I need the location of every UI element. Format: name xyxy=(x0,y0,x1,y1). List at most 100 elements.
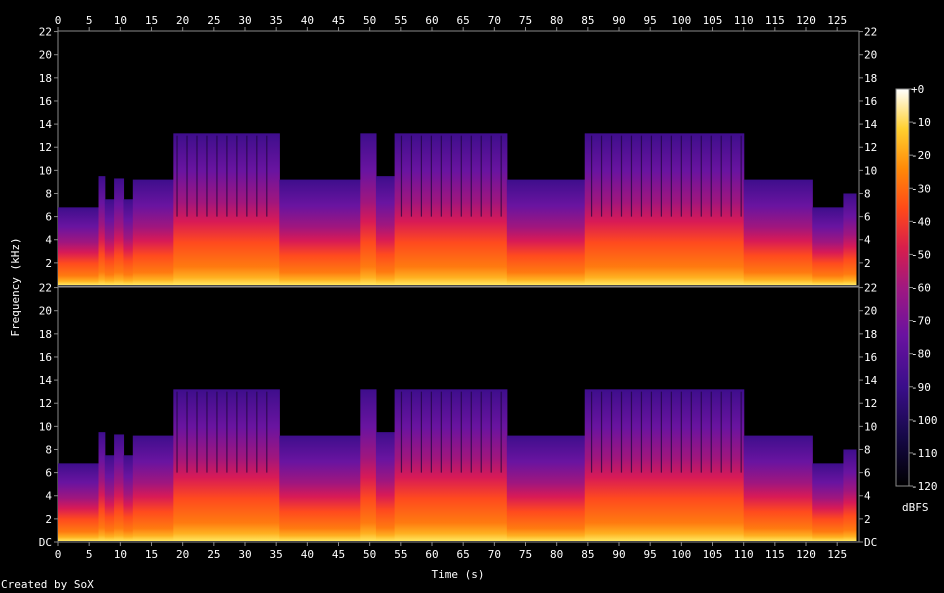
x-axis-ticks-bottom: 0 5 10 15 20 25 30 35 40 45 50 55 60 65 70 75 80 85 90 95 10… xyxy=(55,542,847,561)
spectrogram-chart: 0 5 10 15 20 25 30 35 40 45 50 55 60 65 70 75 80 85 90 95 10… xyxy=(9,14,938,581)
spectrum-gap xyxy=(660,135,662,217)
spectrum-gap xyxy=(500,391,502,473)
spectrum-gap xyxy=(460,135,462,217)
x-tick-label: 75 xyxy=(519,548,532,561)
colorbar-tick-label: -10 xyxy=(911,116,931,129)
spectrum-gap xyxy=(670,391,672,473)
y-tick-label: 4 xyxy=(45,234,52,247)
x-tick-label: 95 xyxy=(644,14,657,27)
spectrum-gap xyxy=(730,391,732,473)
x-tick-label: 35 xyxy=(270,548,283,561)
spectrum-gap xyxy=(186,391,188,473)
x-tick-label: 45 xyxy=(332,14,345,27)
spectrum-segment xyxy=(743,435,813,541)
spectrum-gap xyxy=(590,135,593,217)
x-tick-label: 90 xyxy=(612,14,625,27)
x-tick-label: 45 xyxy=(332,548,345,561)
x-tick-label: 85 xyxy=(581,14,594,27)
spectrum-gap xyxy=(720,391,722,473)
spectrum-segment xyxy=(279,435,361,541)
spectrum-segment xyxy=(743,179,813,285)
spectrum-gap xyxy=(680,391,682,473)
colorbar-label: dBFS xyxy=(902,501,929,514)
spectrum-gap xyxy=(630,391,633,473)
spectrum-gap xyxy=(650,135,653,217)
colorbar-tick-label: -100 xyxy=(911,414,938,427)
colorbar-tick-label: -90 xyxy=(911,381,931,394)
y-tick-label: 14 xyxy=(39,374,53,387)
spectrum-gap xyxy=(196,135,198,217)
x-tick-label: 55 xyxy=(394,14,407,27)
spectrum-gap xyxy=(640,391,643,473)
spectrum-gap xyxy=(660,391,662,473)
spectrum-segment xyxy=(360,133,377,285)
spectrum-gap xyxy=(236,391,238,473)
colorbar-tick-label: +0 xyxy=(911,83,924,96)
spectrum-segment xyxy=(132,435,174,541)
spectrum-gap xyxy=(590,391,593,473)
spectrum-segment xyxy=(360,389,377,541)
x-tick-label: 10 xyxy=(114,548,127,561)
y-tick-label: 10 xyxy=(864,420,877,433)
channel-1-panel xyxy=(57,30,860,287)
y-tick-label: 6 xyxy=(864,211,871,224)
spectrum-gap xyxy=(630,135,633,217)
y-tick-label: 16 xyxy=(39,351,52,364)
x-tick-label: 60 xyxy=(425,548,438,561)
colorbar-tick-label: -60 xyxy=(911,282,931,295)
spectrum-gap xyxy=(650,391,653,473)
x-tick-label: 0 xyxy=(55,548,62,561)
spectrum-gap xyxy=(256,391,258,473)
spectrum-segment xyxy=(132,179,174,285)
x-tick-label: 65 xyxy=(457,14,470,27)
spectrum-segment xyxy=(279,179,361,285)
y-tick-label: 2 xyxy=(45,513,52,526)
spectrum-segment xyxy=(506,435,586,541)
y-tick-label: 22 xyxy=(39,282,52,295)
spectrum-segment xyxy=(104,455,115,541)
x-tick-label: 95 xyxy=(644,548,657,561)
x-tick-label: 105 xyxy=(703,548,723,561)
spectrum-gap xyxy=(246,391,248,473)
colorbar-tick-label: -120 xyxy=(911,480,938,493)
spectrum-gap xyxy=(670,135,672,217)
x-tick-label: 70 xyxy=(488,14,501,27)
spectrum-gap xyxy=(700,391,702,473)
spectrum-gap xyxy=(266,135,268,217)
y-tick-label: 18 xyxy=(39,72,52,85)
y-tick-label: 20 xyxy=(39,49,52,62)
y-tick-label: DC xyxy=(39,536,52,549)
spectrum-gap xyxy=(600,391,603,473)
x-tick-label: 100 xyxy=(671,548,691,561)
y-tick-label: 8 xyxy=(864,187,871,200)
spectrum-segment xyxy=(812,463,845,541)
y-tick-label: 12 xyxy=(864,141,877,154)
spectrum-segment xyxy=(114,434,125,541)
y-tick-label: 22 xyxy=(864,26,877,39)
x-tick-label: 110 xyxy=(734,548,754,561)
x-tick-label: 0 xyxy=(55,14,62,27)
spectrum-gap xyxy=(640,135,643,217)
spectrum-segment xyxy=(58,463,100,541)
y-tick-label: 2 xyxy=(45,257,52,270)
x-tick-label: 80 xyxy=(550,14,563,27)
spectrum-gap xyxy=(480,391,482,473)
x-tick-label: 90 xyxy=(612,548,625,561)
x-tick-label: 5 xyxy=(86,548,93,561)
x-tick-label: 110 xyxy=(734,14,754,27)
y-axis-label: Frequency (kHz) xyxy=(9,237,22,336)
x-tick-label: 105 xyxy=(703,14,723,27)
colorbar-tick-label: -70 xyxy=(911,315,931,328)
y-tick-label: 12 xyxy=(39,397,52,410)
y-tick-label: 12 xyxy=(864,397,877,410)
spectrum-gap xyxy=(440,391,442,473)
spectrum-segment xyxy=(104,199,115,285)
colorbar-tick-label: -40 xyxy=(911,215,931,228)
spectrum-gap xyxy=(460,391,462,473)
colorbar-tick-label: -20 xyxy=(911,149,931,162)
y-tick-label: 16 xyxy=(864,351,877,364)
spectrum-gap xyxy=(490,135,492,217)
spectrum-gap xyxy=(720,135,722,217)
spectrum-gap xyxy=(710,135,712,217)
colorbar-tick-label: -50 xyxy=(911,248,931,261)
